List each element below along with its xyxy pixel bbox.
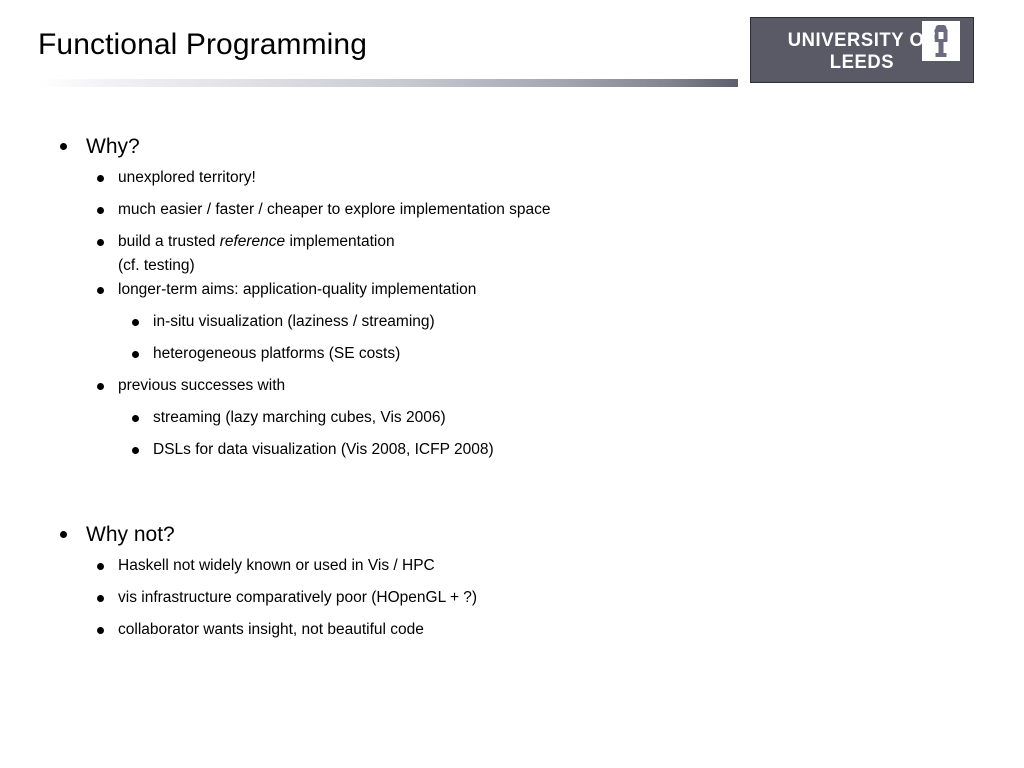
list-item-label: vis infrastructure comparatively poor (H… [118,589,478,606]
list-item: longer-term aims: application-quality im… [0,278,1024,310]
presentation-slide: Functional Programming UNIVERSITY OF LEE… [0,0,1024,768]
university-logo: UNIVERSITY OF LEEDS [750,17,974,83]
text-before-italic: build a trusted [118,233,220,250]
bullet-dot-icon [60,531,67,538]
list-item: heterogeneous platforms (SE costs) [0,342,1024,374]
list-item-label: collaborator wants insight, not beautifu… [118,621,424,638]
bullet-dot-icon [132,415,139,422]
list-item: in-situ visualization (laziness / stream… [0,310,1024,342]
bullet-dot-icon [97,239,104,246]
university-logo-text: UNIVERSITY OF LEEDS [787,30,937,73]
list-item-label: streaming (lazy marching cubes, Vis 2006… [153,409,446,426]
list-item: DSLs for data visualization (Vis 2008, I… [0,438,1024,470]
list-item-label: previous successes with [118,377,286,394]
list-item: collaborator wants insight, not beautifu… [0,618,1024,650]
list-item-label: heterogeneous platforms (SE costs) [153,345,401,362]
bullet-dot-icon [132,319,139,326]
bullet-dot-icon [97,383,104,390]
text-after-italic: implementation [285,233,395,250]
list-item: vis infrastructure comparatively poor (H… [0,586,1024,618]
bullet-heading-why: Why? [0,132,1024,166]
bullet-dot-icon [97,563,104,570]
list-item: Haskell not widely known or used in Vis … [0,554,1024,586]
list-item: previous successes with [0,374,1024,406]
bullet-heading-why-not: Why not? [0,520,1024,554]
page-title: Functional Programming [38,28,368,61]
list-item-label: much easier / faster / cheaper to explor… [118,201,551,218]
list-item-label: build a trusted reference implementation… [118,230,1024,278]
list-item: much easier / faster / cheaper to explor… [0,198,1024,230]
list-item-label: longer-term aims: application-quality im… [118,281,477,298]
emphasis-reference: reference [219,233,286,250]
list-item-label: unexplored territory! [118,169,256,186]
bullet-dot-icon [97,595,104,602]
list-item: streaming (lazy marching cubes, Vis 2006… [0,406,1024,438]
slide-body: Why? unexplored territory! much easier /… [0,132,1024,650]
bullet-dot-icon [60,143,67,150]
bullet-dot-icon [97,287,104,294]
bullet-dot-icon [97,207,104,214]
title-divider-rule [38,79,738,87]
list-item: unexplored territory! [0,166,1024,198]
bullet-heading-label: Why not? [86,523,175,546]
bullet-heading-label: Why? [86,135,140,158]
list-item-label: in-situ visualization (laziness / stream… [153,313,435,330]
bullet-dot-icon [132,351,139,358]
bullet-dot-icon [132,447,139,454]
list-item-second-line: (cf. testing) [118,257,195,274]
bullet-dot-icon [97,627,104,634]
bullet-dot-icon [97,175,104,182]
list-item-reference-impl: build a trusted reference implementation… [0,230,1024,278]
list-item-label: Haskell not widely known or used in Vis … [118,557,435,574]
list-item-label: DSLs for data visualization (Vis 2008, I… [153,441,494,458]
